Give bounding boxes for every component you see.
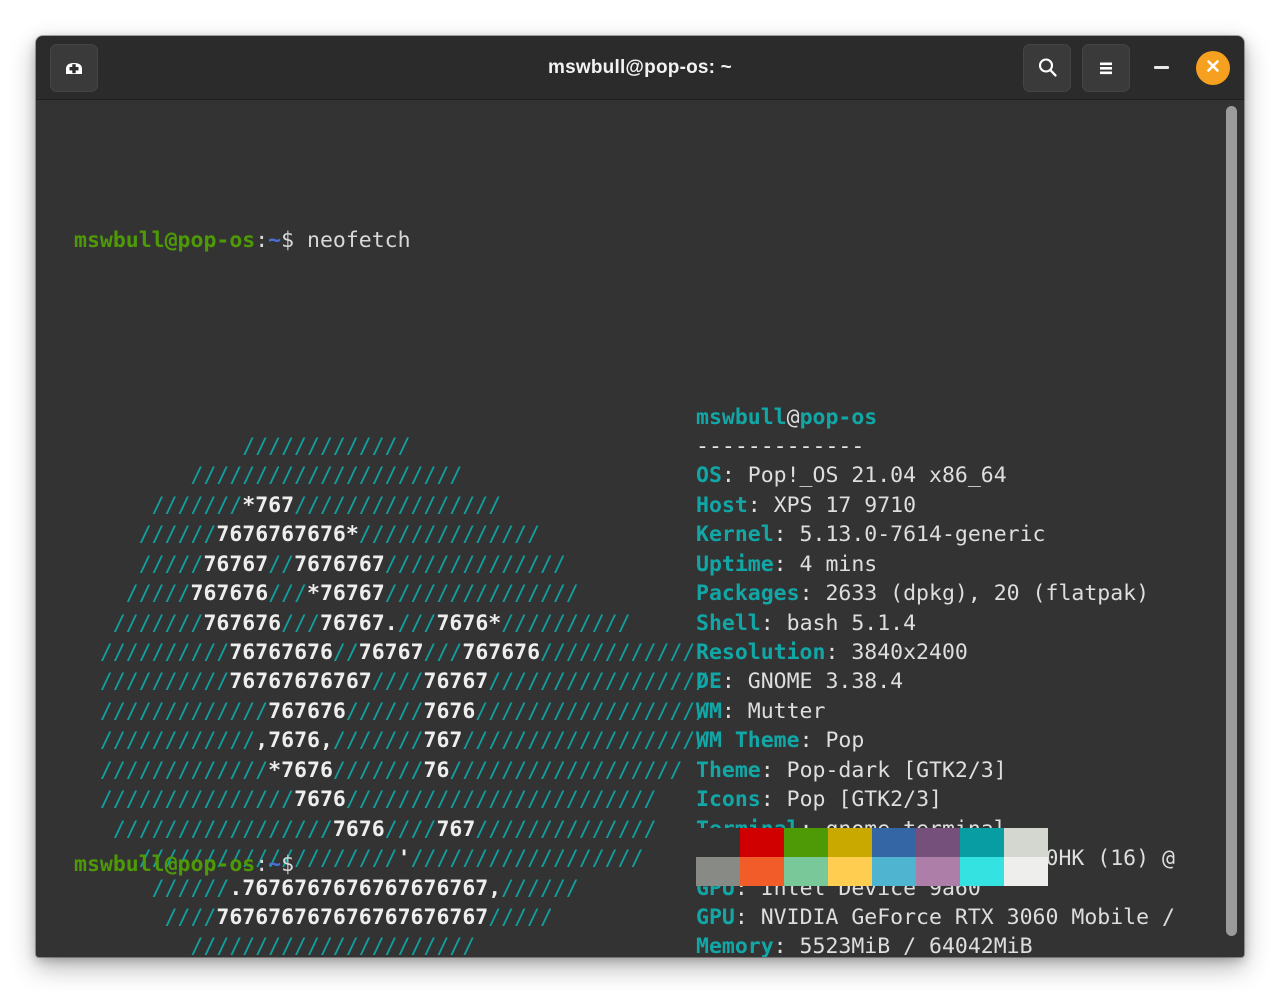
info-line-value: : Pop-dark [GTK2/3]	[760, 757, 1007, 783]
new-tab-icon	[63, 57, 85, 79]
terminal-scrollbar[interactable]	[1218, 100, 1244, 957]
final-prompt-path: ~	[268, 852, 282, 877]
info-line-key: Resolution	[696, 640, 826, 665]
info-line: Uptime: 4 mins	[696, 550, 1244, 579]
info-line: Shell: bash 5.1.4	[696, 609, 1244, 638]
info-line-value: : Pop	[799, 728, 865, 754]
info-line: Kernel: 5.13.0-7614-generic	[696, 520, 1244, 549]
info-line: DE: GNOME 3.38.4	[696, 667, 1244, 696]
palette-swatch	[740, 828, 784, 857]
info-line-key: Kernel	[696, 522, 774, 548]
info-line-key: Memory	[696, 934, 774, 957]
info-line: Packages: 2633 (dpkg), 20 (flatpak)	[696, 579, 1244, 608]
info-line-value: : Mutter	[721, 698, 826, 724]
info-host: pop-os	[799, 404, 878, 430]
info-line-value: : GNOME 3.38.4	[721, 669, 904, 695]
terminal-body[interactable]: mswbull@pop-os:~$ neofetch /////////////…	[36, 100, 1244, 957]
info-line-value: : 2633 (dpkg), 20 (flatpak)	[799, 581, 1150, 607]
info-line: WM Theme: Pop	[696, 726, 1244, 755]
palette-row-bright	[696, 857, 1048, 886]
terminal-window: mswbull@pop-os: ~ mswbull@pop-os:~$ neof…	[36, 36, 1244, 957]
info-line-value: : 3840x2400	[825, 640, 968, 665]
info-line-key: Host	[696, 492, 748, 518]
info-separator-text: -------------	[696, 433, 865, 459]
info-line: Theme: Pop-dark [GTK2/3]	[696, 756, 1244, 785]
info-line-value: : XPS 17 9710	[747, 492, 917, 518]
palette-swatch	[696, 857, 740, 886]
info-user: mswbull	[696, 404, 787, 430]
palette-swatch	[960, 828, 1004, 857]
info-line: Resolution: 3840x2400	[696, 638, 1244, 667]
info-line-key: Icons	[696, 787, 761, 813]
palette-swatch	[872, 828, 916, 857]
prompt-separator: :	[255, 227, 269, 253]
close-icon	[1204, 57, 1222, 79]
palette-swatch	[784, 857, 828, 886]
typed-command: neofetch	[294, 227, 411, 253]
info-line-value: : Pop [GTK2/3]	[760, 787, 942, 813]
prompt-path: ~	[268, 227, 282, 253]
final-prompt-dollar: $	[281, 852, 295, 877]
info-line-key: Shell	[696, 610, 761, 636]
palette-swatch	[828, 857, 872, 886]
info-line-key: Uptime	[696, 551, 774, 577]
titlebar-left-controls	[50, 43, 98, 92]
info-line-key: OS	[696, 463, 722, 489]
info-line-key: WM	[696, 698, 722, 724]
info-at: @	[786, 404, 800, 430]
final-prompt-line: mswbull@pop-os:~$	[74, 850, 294, 879]
info-line-key: Packages	[696, 581, 800, 607]
prompt-user: mswbull@pop-os	[74, 227, 256, 253]
info-line: OS: Pop!_OS 21.04 x86_64	[696, 461, 1244, 490]
info-user-host: mswbull@pop-os	[696, 403, 1244, 432]
info-line: Memory: 5523MiB / 64042MiB	[696, 932, 1244, 957]
hamburger-menu-icon	[1095, 57, 1117, 79]
info-line: WM: Mutter	[696, 697, 1244, 726]
info-line: Icons: Pop [GTK2/3]	[696, 785, 1244, 814]
info-line-value: : Pop!_OS 21.04 x86_64	[721, 463, 1007, 489]
palette-swatch	[1004, 828, 1048, 857]
search-icon	[1036, 56, 1059, 79]
command-line: mswbull@pop-os:~$ neofetch	[74, 226, 1244, 255]
palette-swatch	[828, 828, 872, 857]
info-line-value: : 5.13.0-7614-generic	[773, 522, 1046, 548]
info-line: Host: XPS 17 9710	[696, 491, 1244, 520]
color-palette	[696, 828, 1048, 886]
palette-swatch	[1004, 857, 1048, 886]
search-button[interactable]	[1023, 43, 1071, 92]
final-prompt-separator: :	[255, 852, 269, 877]
palette-swatch	[916, 857, 960, 886]
final-prompt-user: mswbull@pop-os	[74, 852, 256, 877]
scrollbar-thumb[interactable]	[1226, 106, 1237, 936]
palette-swatch	[916, 828, 960, 857]
menu-button[interactable]	[1082, 43, 1130, 92]
close-button[interactable]	[1196, 50, 1230, 85]
palette-row-normal	[696, 828, 1048, 857]
info-line-key: WM Theme	[696, 728, 800, 754]
palette-swatch	[696, 828, 740, 857]
screen: mswbull@pop-os: ~ mswbull@pop-os:~$ neof…	[0, 0, 1280, 998]
info-line-key: DE	[696, 669, 722, 695]
palette-swatch	[740, 857, 784, 886]
terminal-output: mswbull@pop-os:~$ neofetch /////////////…	[36, 100, 1244, 957]
minimize-button[interactable]	[1141, 45, 1181, 91]
info-line-key: GPU	[696, 904, 735, 930]
new-tab-button[interactable]	[50, 43, 98, 92]
info-line-key: Theme	[696, 757, 761, 783]
title-bar: mswbull@pop-os: ~	[36, 36, 1244, 100]
palette-swatch	[960, 857, 1004, 886]
info-line: GPU: NVIDIA GeForce RTX 3060 Mobile /	[696, 903, 1244, 932]
prompt-dollar: $	[281, 227, 295, 253]
minimize-icon	[1153, 66, 1169, 69]
palette-swatch	[872, 857, 916, 886]
info-line-value: : 5523MiB / 64042MiB	[773, 934, 1033, 957]
titlebar-right-controls	[1023, 43, 1230, 92]
info-line-value: : bash 5.1.4	[760, 610, 917, 636]
palette-swatch	[784, 828, 828, 857]
info-separator: -------------	[696, 432, 1244, 461]
info-line-value: : 4 mins	[773, 551, 878, 577]
info-line-value: : NVIDIA GeForce RTX 3060 Mobile /	[734, 904, 1175, 930]
